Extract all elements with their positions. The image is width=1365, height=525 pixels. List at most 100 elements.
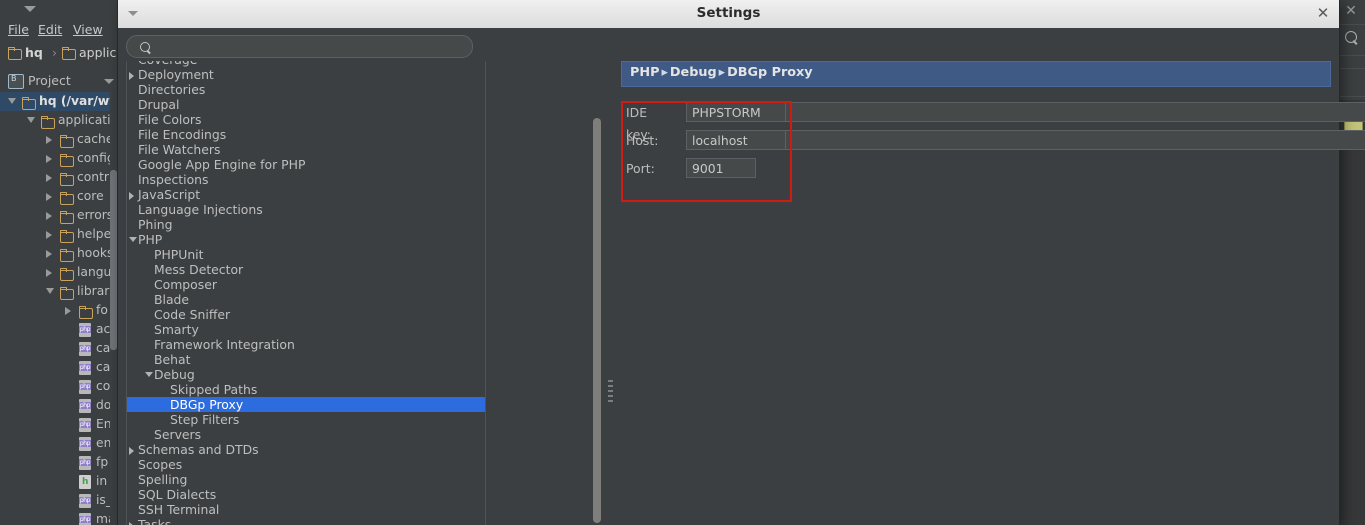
triangle-down-icon[interactable] xyxy=(8,98,16,104)
file-tree-row[interactable]: ca xyxy=(0,339,118,358)
settings-tree-item[interactable]: Language Injections xyxy=(127,202,485,217)
settings-tree-item[interactable]: Tasks xyxy=(127,517,485,525)
triangle-down-icon[interactable] xyxy=(129,236,137,242)
settings-tree-item[interactable]: SSH Terminal xyxy=(127,502,485,517)
settings-tree-item[interactable]: Inspections xyxy=(127,172,485,187)
settings-tree-item-selected[interactable]: DBGp Proxy xyxy=(127,397,485,412)
settings-tree-item[interactable]: Deployment xyxy=(127,67,485,82)
ide-key-field[interactable] xyxy=(686,102,786,122)
settings-tree-item[interactable]: Mess Detector xyxy=(127,262,485,277)
settings-tree-item[interactable]: Behat xyxy=(127,352,485,367)
triangle-right-icon[interactable] xyxy=(65,307,71,315)
settings-tree-item[interactable]: Blade xyxy=(127,292,485,307)
file-tree-row[interactable]: contr xyxy=(0,168,118,187)
file-tree-row[interactable]: hooks xyxy=(0,244,118,263)
settings-tree-item[interactable]: Skipped Paths xyxy=(127,382,485,397)
settings-tree-item[interactable]: Debug xyxy=(127,367,485,382)
file-tree-row[interactable]: hq (/var/ww xyxy=(0,92,118,111)
file-tree-row[interactable]: langu xyxy=(0,263,118,282)
file-tree-row[interactable]: fp xyxy=(0,453,118,472)
settings-tree-item[interactable]: Drupal xyxy=(127,97,485,112)
host-label: Host: xyxy=(626,133,659,148)
file-tree-row[interactable]: cache xyxy=(0,130,118,149)
file-tree-row[interactable]: en xyxy=(0,434,118,453)
settings-tree-item[interactable]: PHPUnit xyxy=(127,247,485,262)
file-tree-row[interactable]: co xyxy=(0,377,118,396)
triangle-right-icon[interactable] xyxy=(129,71,134,80)
triangle-right-icon[interactable] xyxy=(46,193,52,201)
settings-tree-item[interactable]: Spelling xyxy=(127,472,485,487)
file-tree-row[interactable]: fo xyxy=(0,301,118,320)
file-tree-row[interactable]: core xyxy=(0,187,118,206)
pane-splitter[interactable] xyxy=(606,61,615,525)
dialog-body: CoverageDeploymentDirectoriesDrupalFile … xyxy=(118,28,1365,525)
settings-tree-item[interactable]: Code Sniffer xyxy=(127,307,485,322)
file-tree-row[interactable]: errors xyxy=(0,206,118,225)
triangle-right-icon[interactable] xyxy=(46,212,52,220)
file-tree-row[interactable]: En xyxy=(0,415,118,434)
settings-tree-item[interactable]: Framework Integration xyxy=(127,337,485,352)
triangle-right-icon[interactable] xyxy=(46,231,52,239)
file-tree-row[interactable]: do xyxy=(0,396,118,415)
port-field[interactable] xyxy=(686,158,756,178)
triangle-right-icon[interactable] xyxy=(129,521,134,525)
settings-tree-item[interactable]: Composer xyxy=(127,277,485,292)
triangle-down-icon[interactable] xyxy=(46,288,54,294)
triangle-right-icon[interactable] xyxy=(46,174,52,182)
settings-tree-item[interactable]: JavaScript xyxy=(127,187,485,202)
menu-item-file[interactable]: File xyxy=(8,22,29,37)
settings-tree-item-label: Step Filters xyxy=(170,412,240,427)
settings-tree-item[interactable]: File Watchers xyxy=(127,142,485,157)
settings-tree-item[interactable]: Smarty xyxy=(127,322,485,337)
close-icon[interactable]: ✕ xyxy=(1315,5,1331,21)
file-tree-row[interactable]: applicati xyxy=(0,111,118,130)
settings-tree-item-label: Google App Engine for PHP xyxy=(138,157,306,172)
chevron-down-icon[interactable] xyxy=(104,79,114,84)
menu-item-view[interactable]: View xyxy=(73,22,103,37)
settings-tree-item[interactable]: Scopes xyxy=(127,457,485,472)
file-tree-row[interactable]: config xyxy=(0,149,118,168)
breadcrumb-root[interactable]: hq xyxy=(8,45,43,60)
file-tree-row[interactable]: is_ xyxy=(0,491,118,510)
settings-tree-item[interactable]: PHP xyxy=(127,232,485,247)
close-icon[interactable]: ✕ xyxy=(1345,4,1357,18)
settings-category-tree[interactable]: CoverageDeploymentDirectoriesDrupalFile … xyxy=(126,61,486,525)
triangle-right-icon[interactable] xyxy=(46,269,52,277)
triangle-down-icon[interactable] xyxy=(27,117,35,123)
chevron-down-icon[interactable] xyxy=(24,6,36,12)
editor-marker-scrollbar[interactable] xyxy=(1340,100,1365,525)
project-file-tree[interactable]: hq (/var/ww applicati cache config contr core… xyxy=(0,92,118,525)
settings-tree-item[interactable]: Servers xyxy=(127,427,485,442)
menu-item-edit[interactable]: Edit xyxy=(38,22,62,37)
settings-tree-item[interactable]: File Encodings xyxy=(127,127,485,142)
breadcrumb-root-label: hq xyxy=(25,45,43,60)
triangle-right-icon[interactable] xyxy=(46,250,52,258)
file-tree-row[interactable]: ma xyxy=(0,510,118,525)
file-tree-row[interactable]: librari xyxy=(0,282,118,301)
breadcrumb-child[interactable]: applic xyxy=(62,45,116,60)
triangle-down-icon[interactable] xyxy=(145,371,153,377)
host-field[interactable] xyxy=(686,130,786,150)
settings-search-field[interactable] xyxy=(126,35,473,58)
settings-tree-item[interactable]: Schemas and DTDs xyxy=(127,442,485,457)
triangle-right-icon[interactable] xyxy=(46,155,52,163)
file-tree-row[interactable]: ca xyxy=(0,358,118,377)
search-input[interactable] xyxy=(155,40,459,56)
file-tree-row[interactable]: in xyxy=(0,472,118,491)
dialog-title-bar[interactable]: Settings ✕ xyxy=(118,0,1339,29)
settings-tree-item[interactable]: Directories xyxy=(127,82,485,97)
triangle-right-icon[interactable] xyxy=(129,191,134,200)
settings-tree-item-label: Servers xyxy=(154,427,202,442)
settings-tree-item[interactable]: SQL Dialects xyxy=(127,487,485,502)
file-tree-row[interactable]: helpe xyxy=(0,225,118,244)
settings-tree-item[interactable]: File Colors xyxy=(127,112,485,127)
file-tree-row[interactable]: ac xyxy=(0,320,118,339)
gutter-separator xyxy=(1339,68,1365,69)
settings-tree-scrollbar-thumb[interactable] xyxy=(593,118,601,523)
triangle-right-icon[interactable] xyxy=(129,446,134,455)
settings-tree-item[interactable]: Phing xyxy=(127,217,485,232)
settings-tree-item[interactable]: Google App Engine for PHP xyxy=(127,157,485,172)
file-tree-scrollbar-thumb[interactable] xyxy=(110,170,117,350)
triangle-right-icon[interactable] xyxy=(46,136,52,144)
settings-tree-item[interactable]: Step Filters xyxy=(127,412,485,427)
